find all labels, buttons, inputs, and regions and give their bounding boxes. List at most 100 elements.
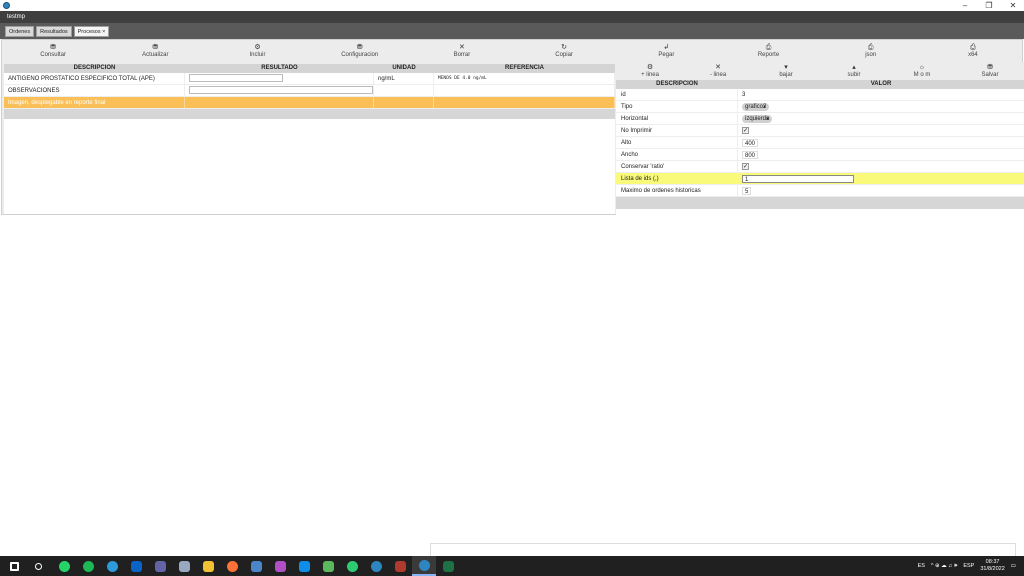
language-indicator[interactable]: ES	[918, 563, 925, 569]
table-row-selected[interactable]: Imagen, desplegable en reporte final	[4, 97, 615, 109]
toolbar-button-label: Incluir	[249, 52, 266, 58]
property-value-cell[interactable]: 400	[738, 137, 1024, 148]
edge-icon[interactable]	[100, 556, 124, 576]
whatsapp-icon-glyph	[58, 560, 70, 572]
whatsapp-icon[interactable]	[52, 556, 76, 576]
firefox-icon[interactable]	[220, 556, 244, 576]
property-input[interactable]: 400	[742, 138, 759, 147]
clock[interactable]: 08:37 31/8/2022	[980, 559, 1004, 573]
property-name: Maximo de ordenes historicas	[616, 185, 738, 196]
property-value-cell[interactable]: izquierda ▾	[738, 113, 1024, 124]
property-row[interactable]: Horizontal izquierda ▾	[616, 113, 1024, 125]
teams-icon[interactable]	[148, 556, 172, 576]
toolbar-button-1[interactable]: ⛃ Actualizar	[104, 42, 206, 62]
resultado-cell[interactable]	[185, 73, 374, 84]
excel-icon[interactable]	[436, 556, 460, 576]
properties-button-2[interactable]: ▾ bajar	[752, 62, 820, 80]
tab-strip: Ordenes Resultados Procesos ×	[0, 23, 1024, 39]
toolbar-button-3[interactable]: ⛃ Configuracion	[309, 42, 411, 62]
testmp-icon[interactable]	[412, 556, 436, 576]
property-value-cell[interactable]: ✓	[738, 125, 1024, 136]
property-input[interactable]: 5	[742, 186, 752, 195]
property-value-cell[interactable]: 800	[738, 149, 1024, 160]
outlook-icon[interactable]	[124, 556, 148, 576]
search-icon[interactable]	[26, 556, 50, 576]
table-row[interactable]: ANTIGENO PROSTATICO ESPECIFICO TOTAL (AP…	[4, 73, 615, 85]
property-row[interactable]: No Imprimir ✓	[616, 125, 1024, 137]
teamviewer-icon[interactable]	[292, 556, 316, 576]
resultado-cell[interactable]	[185, 97, 374, 108]
tab-1[interactable]: Resultados	[36, 26, 72, 37]
spotify-icon[interactable]	[76, 556, 100, 576]
keyboard-layout[interactable]: ESP	[963, 563, 974, 569]
property-value-cell[interactable]: ✓	[738, 161, 1024, 172]
app-icon-glyph	[274, 560, 286, 572]
results-grid: DESCRIPCION RESULTADO UNIDAD REFERENCIA …	[4, 64, 615, 214]
toolbar-button-7[interactable]: ⎙ Reporte	[717, 42, 819, 62]
property-input[interactable]: 800	[742, 150, 759, 159]
resultado-cell[interactable]	[185, 85, 374, 96]
property-row[interactable]: Conservar 'ratio' ✓	[616, 161, 1024, 173]
properties-footer	[616, 197, 1024, 209]
windows-start-icon[interactable]	[2, 556, 26, 576]
property-checkbox[interactable]: ✓	[742, 163, 749, 170]
app-hs-icon-glyph	[346, 560, 358, 572]
chevron-down-icon[interactable]: ▾	[766, 113, 769, 125]
close-button[interactable]: ✕	[1008, 1, 1018, 10]
property-value-cell[interactable]: grafico2 ▾	[738, 101, 1024, 112]
properties-button-5[interactable]: ⛃ Salvar	[956, 62, 1024, 80]
property-input[interactable]: 1	[742, 174, 854, 183]
properties-toolbar: ⚙ + linea ✕ - linea ▾ bajar ▴ subir ☼ M o m ⛃ Salva…	[616, 62, 1024, 80]
chevron-down-icon[interactable]: ▾	[763, 101, 766, 113]
toolbar-button-2[interactable]: ⚙ Incluir	[206, 42, 308, 62]
app-browser-icon[interactable]	[364, 556, 388, 576]
restore-button[interactable]: ❐	[984, 1, 994, 10]
notifications-icon[interactable]: ▭	[1011, 563, 1016, 569]
properties-button-0[interactable]: ⚙ + linea	[616, 62, 684, 80]
toolbar-button-6[interactable]: ↲ Pegar	[615, 42, 717, 62]
observaciones-input[interactable]	[189, 86, 373, 95]
row-referencia: MENOS DE 4.0 ng/mL	[434, 73, 615, 84]
winrar-icon[interactable]	[388, 556, 412, 576]
toolbar-button-5[interactable]: ↻ Copiar	[513, 42, 615, 62]
properties-button-4[interactable]: ☼ M o m	[888, 62, 956, 80]
tray-icons[interactable]: ^ ⊕ ☁ ♫ 🕪	[931, 563, 957, 570]
toolbar-button-8[interactable]: ⎙ json	[820, 42, 922, 62]
toolbar-button-0[interactable]: ⛃ Consultar	[2, 42, 104, 62]
virtualbox-icon[interactable]	[244, 556, 268, 576]
row-unidad	[374, 85, 434, 96]
property-value-cell[interactable]: 1	[738, 173, 1024, 184]
property-name: Alto	[616, 137, 738, 148]
property-value-cell[interactable]: 3	[738, 89, 1024, 100]
property-checkbox[interactable]: ✓	[742, 127, 749, 134]
property-name: No Imprimir	[616, 125, 738, 136]
toolbar-button-9[interactable]: ⎙ x64	[922, 42, 1024, 62]
property-row[interactable]: Alto 400	[616, 137, 1024, 149]
property-value-cell[interactable]: 5	[738, 185, 1024, 196]
properties-button-1[interactable]: ✕ - linea	[684, 62, 752, 80]
file-explorer-icon[interactable]	[196, 556, 220, 576]
property-row[interactable]: id 3	[616, 89, 1024, 101]
properties-button-3[interactable]: ▴ subir	[820, 62, 888, 80]
toolbar-button-4[interactable]: ✕ Borrar	[411, 42, 513, 62]
property-row[interactable]: Tipo grafico2 ▾	[616, 101, 1024, 113]
property-name: Horizontal	[616, 113, 738, 124]
tab-0[interactable]: Ordenes	[5, 26, 35, 37]
tab-2[interactable]: Procesos ×	[73, 26, 110, 37]
network-icon[interactable]	[172, 556, 196, 576]
table-row[interactable]: OBSERVACIONES	[4, 85, 615, 97]
app-icon[interactable]	[268, 556, 292, 576]
resultado-input[interactable]	[189, 74, 283, 83]
properties-button-label: M o m	[913, 72, 931, 78]
property-row[interactable]: Ancho 800	[616, 149, 1024, 161]
file-explorer-icon-glyph	[202, 560, 214, 572]
property-row[interactable]: Lista de ids (,) 1	[616, 173, 1024, 185]
app-hs-icon[interactable]	[340, 556, 364, 576]
minimize-button[interactable]: –	[960, 1, 970, 10]
notepad-icon[interactable]	[316, 556, 340, 576]
taskbar: ES ^ ⊕ ☁ ♫ 🕪 ESP 08:37 31/8/2022 ▭	[0, 556, 1024, 576]
property-row[interactable]: Maximo de ordenes historicas 5	[616, 185, 1024, 197]
testmp-icon-glyph	[418, 559, 430, 571]
grid-footer	[4, 109, 615, 119]
toolbar-button-label: Copiar	[555, 52, 573, 58]
